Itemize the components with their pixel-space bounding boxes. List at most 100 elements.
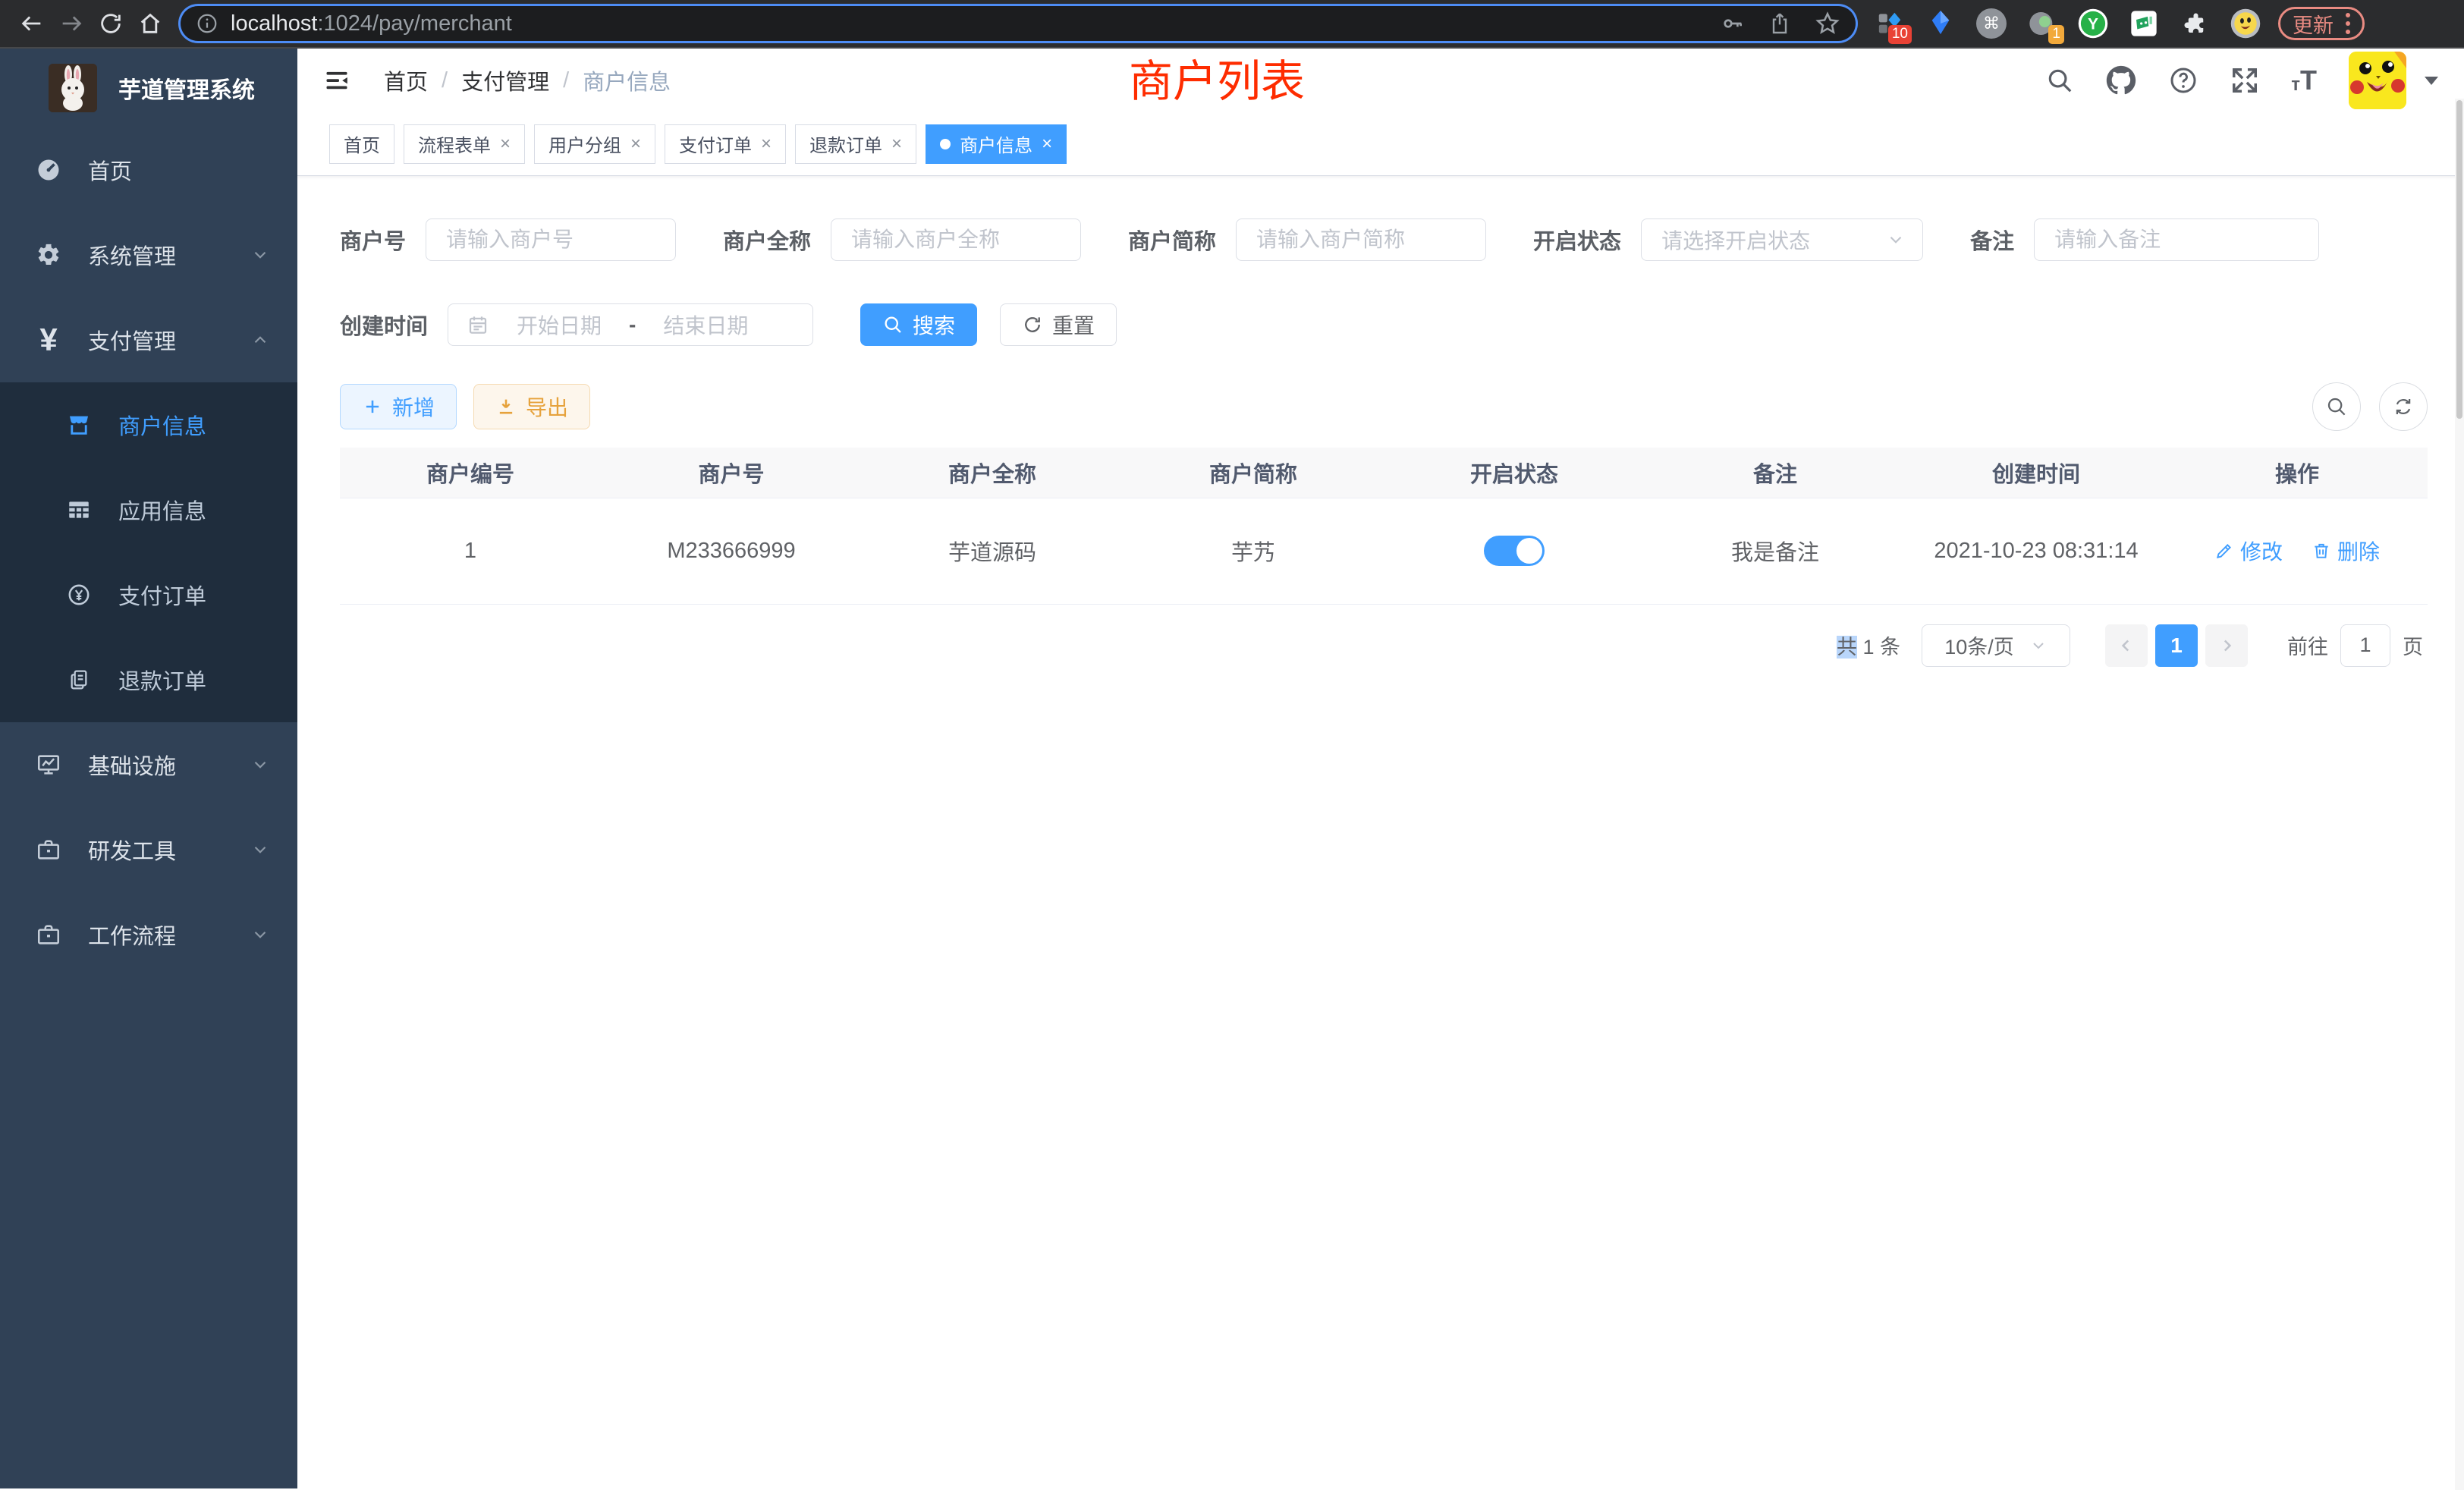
- sidebar-item-dev-tools[interactable]: 研发工具: [0, 807, 297, 892]
- sidebar-item-workflow[interactable]: 工作流程: [0, 892, 297, 977]
- col-actions: 操作: [2167, 448, 2428, 498]
- app-logo[interactable]: 芋道管理系统: [0, 49, 297, 127]
- extension-kite-icon[interactable]: [1925, 8, 1956, 39]
- close-icon[interactable]: ×: [500, 135, 511, 153]
- breadcrumb-pay[interactable]: 支付管理: [461, 64, 549, 96]
- browser-forward-button[interactable]: [52, 4, 91, 43]
- edit-link[interactable]: 修改: [2214, 536, 2283, 566]
- goto-page-input[interactable]: [2340, 624, 2390, 667]
- cell-create-time: 2021-10-23 08:31:14: [1906, 498, 2167, 604]
- sidebar-item-label: 系统管理: [88, 239, 176, 271]
- password-key-icon[interactable]: [1721, 11, 1745, 36]
- tab-user-group[interactable]: 用户分组 ×: [534, 124, 655, 164]
- col-merchant-no: 商户号: [601, 448, 862, 498]
- search-button[interactable]: 搜索: [860, 303, 977, 346]
- breadcrumb-current: 商户信息: [583, 64, 671, 96]
- close-icon[interactable]: ×: [1042, 135, 1052, 153]
- short-name-input[interactable]: [1236, 218, 1486, 261]
- site-info-icon[interactable]: [196, 12, 218, 35]
- tab-home[interactable]: 首页: [329, 124, 394, 164]
- extensions-puzzle-icon[interactable]: [2179, 8, 2211, 39]
- col-create-time: 创建时间: [1906, 448, 2167, 498]
- refresh-table-button[interactable]: [2379, 382, 2428, 431]
- header-search-icon[interactable]: [2045, 66, 2074, 95]
- delete-link[interactable]: 删除: [2312, 536, 2380, 566]
- profile-avatar-icon[interactable]: [2230, 8, 2261, 39]
- chevron-left-icon: [2117, 636, 2136, 655]
- close-icon[interactable]: ×: [891, 135, 902, 153]
- cell-status: [1384, 498, 1645, 604]
- sidebar-item-merchant-info[interactable]: 商户信息: [0, 382, 297, 467]
- create-time-range-picker[interactable]: 开始日期 - 结束日期: [448, 303, 813, 346]
- sidebar-item-system[interactable]: 系统管理: [0, 212, 297, 297]
- extension-chat-icon[interactable]: [2128, 8, 2160, 39]
- extension-command-icon[interactable]: ⌘: [1975, 8, 2007, 39]
- goto-label: 前往: [2287, 630, 2328, 660]
- merchant-table: 商户编号 商户号 商户全称 商户简称 开启状态 备注 创建时间 操作 1 M23…: [340, 448, 2428, 605]
- table-toolbar: 新增 导出: [340, 382, 2428, 431]
- fullscreen-icon[interactable]: [2230, 66, 2259, 95]
- pagination: 共 1 条 10条/页 1 前往 页: [340, 624, 2428, 667]
- address-bar[interactable]: localhost:1024/pay/merchant: [181, 6, 1856, 41]
- sidebar-fold-icon[interactable]: [323, 67, 350, 94]
- page-size-select[interactable]: 10条/页: [1922, 624, 2070, 667]
- merchant-no-input[interactable]: [426, 218, 676, 261]
- browser-back-button[interactable]: [12, 4, 52, 43]
- browser-reload-button[interactable]: [91, 4, 130, 43]
- tab-refund-order[interactable]: 退款订单 ×: [795, 124, 916, 164]
- export-button[interactable]: 导出: [473, 384, 590, 429]
- reset-button[interactable]: 重置: [1000, 303, 1117, 346]
- navbar: 首页 / 支付管理 / 商户信息 商户列表: [297, 49, 2464, 112]
- search-icon: [882, 314, 904, 335]
- font-size-icon[interactable]: тT: [2291, 67, 2317, 94]
- sidebar-item-pay[interactable]: ¥ 支付管理: [0, 297, 297, 382]
- close-icon[interactable]: ×: [761, 135, 772, 153]
- sidebar-item-label: 工作流程: [88, 919, 176, 951]
- full-name-input[interactable]: [831, 218, 1081, 261]
- browser-home-button[interactable]: [130, 4, 170, 43]
- sidebar-item-infra[interactable]: 基础设施: [0, 722, 297, 807]
- app-title: 芋道管理系统: [118, 71, 255, 105]
- next-page-button[interactable]: [2205, 624, 2248, 667]
- add-button[interactable]: 新增: [340, 384, 457, 429]
- page-content: 商户号 商户全称 商户简称 开启状态 请选择开启状态: [297, 176, 2464, 667]
- status-select[interactable]: 请选择开启状态: [1641, 218, 1923, 261]
- browser-menu-icon[interactable]: [2346, 13, 2350, 34]
- sidebar-item-pay-order[interactable]: 支付订单: [0, 552, 297, 637]
- download-icon: [495, 396, 517, 417]
- yen-icon: ¥: [33, 324, 64, 356]
- extension-tasks-icon[interactable]: 10: [1874, 8, 1906, 39]
- sidebar-item-refund-order[interactable]: 退款订单: [0, 637, 297, 722]
- close-icon[interactable]: ×: [630, 135, 641, 153]
- extension-status-icon[interactable]: 1: [2026, 8, 2058, 39]
- scrollbar-thumb[interactable]: [2456, 100, 2462, 419]
- page-scrollbar[interactable]: [2455, 99, 2464, 1490]
- remark-input[interactable]: [2034, 218, 2319, 261]
- home-icon: [137, 11, 163, 36]
- sidebar-item-home[interactable]: 首页: [0, 127, 297, 212]
- breadcrumb-home[interactable]: 首页: [384, 64, 428, 96]
- field-status: 开启状态 请选择开启状态: [1533, 218, 1923, 261]
- gear-icon: [33, 242, 64, 268]
- refresh-icon: [2392, 395, 2415, 418]
- github-icon[interactable]: [2106, 65, 2136, 96]
- sidebar-item-label: 研发工具: [88, 834, 176, 866]
- bookmark-star-icon[interactable]: [1815, 11, 1840, 36]
- sidebar-item-app-info[interactable]: 应用信息: [0, 467, 297, 552]
- help-icon[interactable]: [2168, 65, 2198, 96]
- avatar-caret-icon[interactable]: [2425, 77, 2438, 85]
- forward-icon: [58, 11, 84, 36]
- prev-page-button[interactable]: [2105, 624, 2148, 667]
- extension-y-icon[interactable]: Y: [2077, 8, 2109, 39]
- user-avatar[interactable]: [2349, 52, 2406, 109]
- field-label: 商户全称: [723, 224, 811, 256]
- share-icon[interactable]: [1768, 11, 1792, 36]
- tab-process-form[interactable]: 流程表单 ×: [404, 124, 525, 164]
- chevron-down-icon: [2029, 637, 2048, 655]
- page-number-1[interactable]: 1: [2155, 624, 2198, 667]
- tab-pay-order[interactable]: 支付订单 ×: [665, 124, 786, 164]
- tab-merchant-info[interactable]: 商户信息 ×: [926, 124, 1067, 164]
- show-search-button[interactable]: [2312, 382, 2361, 431]
- status-toggle[interactable]: [1484, 536, 1545, 566]
- browser-update-button[interactable]: 更新: [2278, 7, 2365, 40]
